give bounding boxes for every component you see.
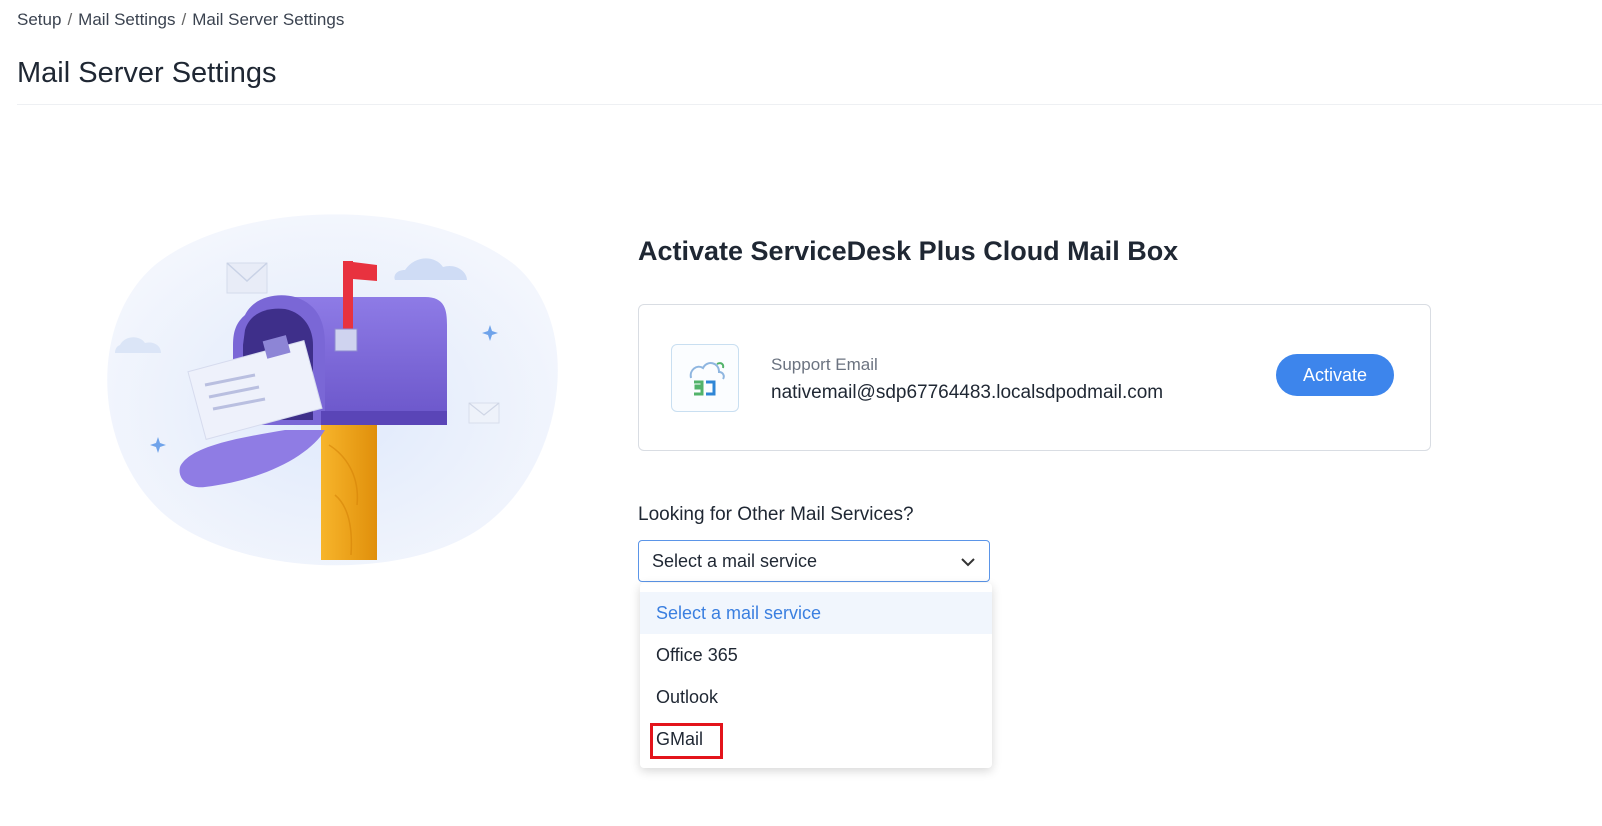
option-outlook[interactable]: Outlook [640,676,992,718]
mail-service-select[interactable]: Select a mail service [638,540,990,582]
title-divider [17,104,1602,105]
mailbox-illustration [107,214,558,566]
option-select-a-mail-service[interactable]: Select a mail service [640,592,992,634]
breadcrumb-setup-link[interactable]: Setup [17,10,61,30]
mail-service-select-value: Select a mail service [652,550,818,571]
other-mail-services-label: Looking for Other Mail Services? [638,504,914,525]
support-email-value: nativemail@sdp67764483.localsdpodmail.co… [771,382,1164,403]
page-title: Mail Server Settings [17,57,277,89]
servicedesk-cloud-logo-icon [671,344,739,412]
option-gmail[interactable]: GMail [640,718,992,760]
breadcrumb: Setup / Mail Settings / Mail Server Sett… [17,10,344,30]
activate-mailbox-heading: Activate ServiceDesk Plus Cloud Mail Box [638,236,1179,266]
option-office-365[interactable]: Office 365 [640,634,992,676]
cloud-mailbox-card: Support Email nativemail@sdp67764483.loc… [638,304,1431,451]
mail-service-dropdown: Select a mail service Office 365 Outlook… [640,583,992,768]
breadcrumb-separator: / [67,10,73,29]
activate-button[interactable]: Activate [1276,354,1394,396]
breadcrumb-separator: / [181,10,187,29]
mail-server-settings-page: Setup / Mail Settings / Mail Server Sett… [0,0,1602,826]
envelope-icon [226,262,268,294]
option-gmail-label: GMail [656,729,704,749]
breadcrumb-mail-settings-link[interactable]: Mail Settings [78,10,175,30]
chevron-down-icon [961,558,975,567]
breadcrumb-current: Mail Server Settings [192,10,345,29]
support-email-label: Support Email [771,355,878,374]
